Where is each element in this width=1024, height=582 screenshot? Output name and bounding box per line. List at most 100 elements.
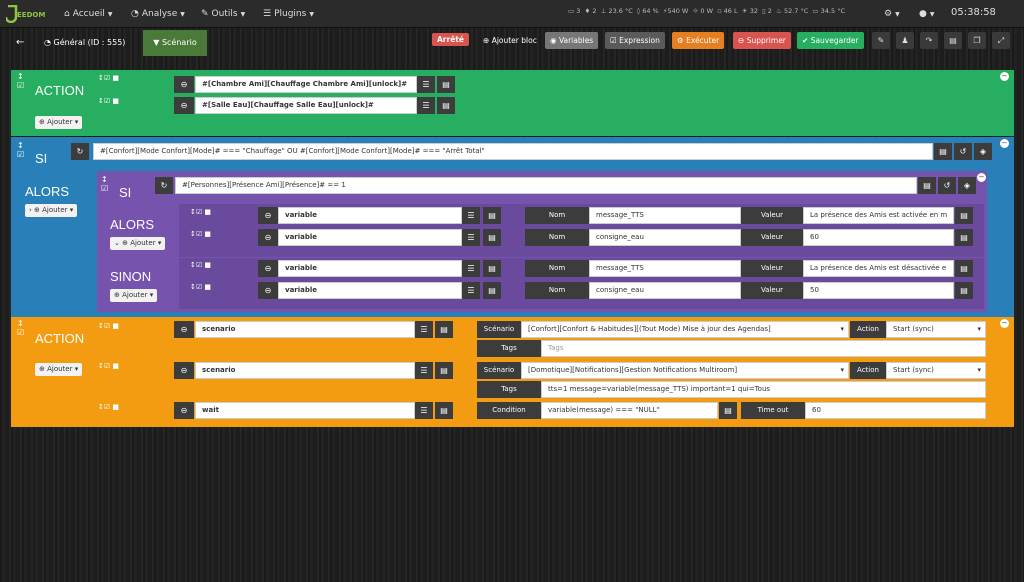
add-block-button[interactable]: ⊕ Ajouter bloc: [478, 32, 542, 49]
command-field[interactable]: #[Salle Eau][Chauffage Salle Eau][unlock…: [195, 97, 417, 114]
cube-icon[interactable]: ◈: [958, 177, 976, 194]
select-icon[interactable]: ▤: [483, 260, 501, 277]
remove-icon[interactable]: ⊖: [174, 402, 194, 419]
expand-icon[interactable]: ⤢: [992, 32, 1010, 49]
close-icon[interactable]: −: [1000, 72, 1009, 81]
refresh-icon[interactable]: ↻: [71, 143, 89, 160]
list-icon[interactable]: ☰: [462, 229, 480, 246]
remove-icon[interactable]: ⊖: [174, 362, 194, 379]
close-icon[interactable]: −: [1000, 139, 1009, 148]
action-select[interactable]: Start (sync) ▾: [886, 321, 986, 338]
close-icon[interactable]: −: [1000, 319, 1009, 328]
add-button[interactable]: ⊕ Ajouter ▾: [35, 116, 83, 129]
nav-analyse[interactable]: ◔ Analyse ▼: [131, 0, 185, 28]
select-icon[interactable]: ▤: [435, 362, 453, 379]
remove-icon[interactable]: ⊖: [258, 260, 278, 277]
expression-button[interactable]: ☑ Expression: [605, 32, 665, 49]
type-field[interactable]: wait: [195, 402, 415, 419]
tab-scenario[interactable]: ▼ Scénario: [143, 30, 207, 56]
type-field[interactable]: variable: [278, 260, 462, 277]
list-icon[interactable]: ☰: [415, 402, 433, 419]
select-icon[interactable]: ▤: [918, 177, 936, 194]
nav-accueil[interactable]: ⌂ Accueil ▼: [64, 0, 112, 28]
edit-icon[interactable]: ✎: [872, 32, 890, 49]
select-icon[interactable]: ▤: [719, 402, 737, 419]
variable-value-input[interactable]: 50: [803, 282, 954, 299]
list-icon[interactable]: ☰: [417, 76, 435, 93]
row-options[interactable]: ↕☑ ■: [190, 283, 211, 291]
type-field[interactable]: variable: [278, 229, 462, 246]
command-field[interactable]: #[Chambre Ami][Chauffage Chambre Ami][un…: [195, 76, 417, 93]
select-icon[interactable]: ▤: [483, 229, 501, 246]
scenario-select[interactable]: [Confort][Confort & Habitudes][(Tout Mod…: [521, 321, 849, 338]
list-icon[interactable]: ☰: [462, 207, 480, 224]
remove-icon[interactable]: ⊖: [258, 229, 278, 246]
variables-button[interactable]: ◉ Variables: [545, 32, 599, 49]
select-icon[interactable]: ▤: [437, 97, 455, 114]
select-icon[interactable]: ▤: [435, 321, 453, 338]
refresh-icon[interactable]: ↻: [155, 177, 173, 194]
list-icon[interactable]: ☰: [417, 97, 435, 114]
tags-input[interactable]: Tags: [541, 340, 986, 357]
condition-field[interactable]: #[Personnes][Présence Ami][Présence]# ==…: [175, 177, 917, 194]
remove-icon[interactable]: ⊖: [174, 97, 194, 114]
row-options[interactable]: ↕☑ ■: [190, 208, 211, 216]
select-icon[interactable]: ▤: [437, 76, 455, 93]
row-options[interactable]: ↕☑ ■: [98, 97, 119, 105]
cube-icon[interactable]: ◈: [974, 143, 992, 160]
remove-icon[interactable]: ⊖: [258, 282, 278, 299]
tab-general[interactable]: ◔ Général (ID : 555): [44, 38, 125, 47]
row-options[interactable]: ↕☑ ■: [98, 74, 119, 82]
variable-name-input[interactable]: message_TTS: [589, 260, 741, 277]
row-options[interactable]: ↕☑ ■: [98, 322, 119, 330]
timeout-input[interactable]: 60: [805, 402, 986, 419]
type-field[interactable]: variable: [278, 282, 462, 299]
list-icon[interactable]: ☰: [415, 362, 433, 379]
delete-button[interactable]: ⊖ Supprimer: [733, 32, 791, 49]
variable-value-input[interactable]: 60: [803, 229, 954, 246]
tags-input[interactable]: tts=1 message=variable(message_TTS) impo…: [541, 381, 986, 398]
share-icon[interactable]: ↷: [920, 32, 938, 49]
select-icon[interactable]: ▤: [934, 143, 952, 160]
add-button[interactable]: ⌄ ⊕ Ajouter ▾: [110, 237, 166, 250]
copy-icon[interactable]: ❐: [968, 32, 986, 49]
file-icon[interactable]: ▤: [944, 32, 962, 49]
users-icon[interactable]: ♟: [896, 32, 914, 49]
remove-icon[interactable]: ⊖: [174, 321, 194, 338]
type-field[interactable]: scenario: [195, 321, 415, 338]
condition-field[interactable]: #[Confort][Mode Confort][Mode]# === "Cha…: [93, 143, 933, 160]
save-button[interactable]: ✔ Sauvegarder: [797, 32, 864, 49]
remove-icon[interactable]: ⊖: [174, 76, 194, 93]
settings-menu[interactable]: ⚙ ▼: [884, 0, 900, 28]
row-options[interactable]: ↕☑ ■: [98, 362, 119, 370]
execute-button[interactable]: ⚙ Exécuter: [672, 32, 725, 49]
variable-name-input[interactable]: message_TTS: [589, 207, 741, 224]
row-options[interactable]: ↕☑ ■: [98, 403, 119, 411]
select-icon[interactable]: ▤: [483, 282, 501, 299]
back-arrow-icon[interactable]: ←: [16, 37, 24, 48]
variable-value-input[interactable]: La présence des Amis est activée en m: [803, 207, 954, 224]
variable-name-input[interactable]: consigne_eau: [589, 282, 741, 299]
add-button[interactable]: ⊕ Ajouter ▾: [35, 363, 83, 376]
drag-handle-icon[interactable]: ↕ ☑: [17, 141, 24, 159]
variable-name-input[interactable]: consigne_eau: [589, 229, 741, 246]
select-icon[interactable]: ▤: [435, 402, 453, 419]
row-options[interactable]: ↕☑ ■: [190, 230, 211, 238]
select-icon[interactable]: ▤: [955, 207, 973, 224]
row-options[interactable]: ↕☑ ■: [190, 261, 211, 269]
nav-outils[interactable]: ✎ Outils ▼: [201, 0, 245, 28]
drag-handle-icon[interactable]: ↕ ☑: [101, 175, 108, 193]
type-field[interactable]: scenario: [195, 362, 415, 379]
drag-handle-icon[interactable]: ↕ ☑: [17, 72, 24, 90]
action-select[interactable]: Start (sync) ▾: [886, 362, 986, 379]
select-icon[interactable]: ▤: [483, 207, 501, 224]
remove-icon[interactable]: ⊖: [258, 207, 278, 224]
history-icon[interactable]: ↺: [954, 143, 972, 160]
variable-value-input[interactable]: La présence des Amis est désactivée e: [803, 260, 954, 277]
scenario-select[interactable]: [Domotique][Notifications][Gestion Notif…: [521, 362, 849, 379]
select-icon[interactable]: ▤: [955, 260, 973, 277]
drag-handle-icon[interactable]: ↕ ☑: [17, 319, 24, 337]
add-button[interactable]: › ⊕ Ajouter ▾: [25, 204, 78, 217]
history-icon[interactable]: ↺: [938, 177, 956, 194]
add-button[interactable]: ⊕ Ajouter ▾: [110, 289, 158, 302]
